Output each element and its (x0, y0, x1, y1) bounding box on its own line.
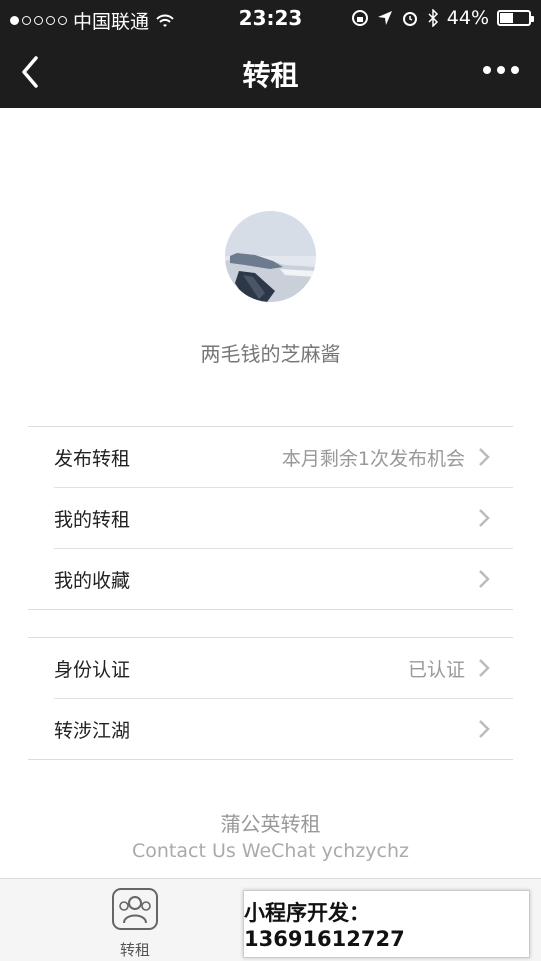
chevron-right-icon (479, 509, 490, 527)
menu-item-value: 本月剩余1次发布机会 (281, 448, 465, 470)
menu-item-community[interactable]: 转涉江湖 (54, 699, 513, 759)
menu-item-label: 转涉江湖 (54, 720, 131, 742)
promo-banner: 小程序开发：13691612727 (243, 890, 530, 958)
menu-item-label: 发布转租 (54, 448, 131, 470)
bluetooth-icon (428, 9, 438, 27)
battery-icon (497, 10, 534, 26)
status-bar: 中国联通 23:23 44% (0, 0, 541, 36)
chevron-right-icon (479, 720, 490, 738)
page-title: 转租 (242, 59, 299, 92)
location-arrow-icon (377, 11, 392, 25)
battery-percent: 44% (446, 7, 489, 29)
alarm-icon (402, 12, 417, 26)
menu-item-label: 我的收藏 (54, 570, 131, 592)
nav-bar: 转租 (0, 36, 541, 108)
menu-group-main: 发布转租 本月剩余1次发布机会 我的转租 我的收藏 (28, 426, 513, 610)
people-icon (112, 888, 158, 930)
menu-item-favorites[interactable]: 我的收藏 (54, 549, 513, 609)
chevron-right-icon (479, 448, 490, 466)
footer-brand: 蒲公英转租 (220, 812, 321, 836)
nickname: 两毛钱的芝麻酱 (200, 342, 341, 366)
chevron-right-icon (479, 570, 490, 588)
tab-sublet[interactable]: 转租 (95, 887, 175, 960)
chevron-right-icon (479, 659, 490, 677)
avatar[interactable] (225, 211, 316, 302)
menu-item-label: 我的转租 (54, 509, 131, 531)
menu-item-my-sublets[interactable]: 我的转租 (54, 488, 513, 549)
menu-item-value: 已认证 (407, 659, 465, 681)
footer-contact: Contact Us WeChat ychzychz (131, 840, 410, 862)
rotation-lock-icon (351, 10, 368, 26)
tab-label: 转租 (119, 941, 150, 959)
menu-group-account: 身份认证 已认证 转涉江湖 (28, 637, 513, 760)
menu-item-publish[interactable]: 发布转租 本月剩余1次发布机会 (54, 427, 513, 488)
menu-item-label: 身份认证 (54, 659, 131, 681)
menu-item-verification[interactable]: 身份认证 已认证 (54, 638, 513, 699)
more-options-icon[interactable] (483, 66, 519, 74)
